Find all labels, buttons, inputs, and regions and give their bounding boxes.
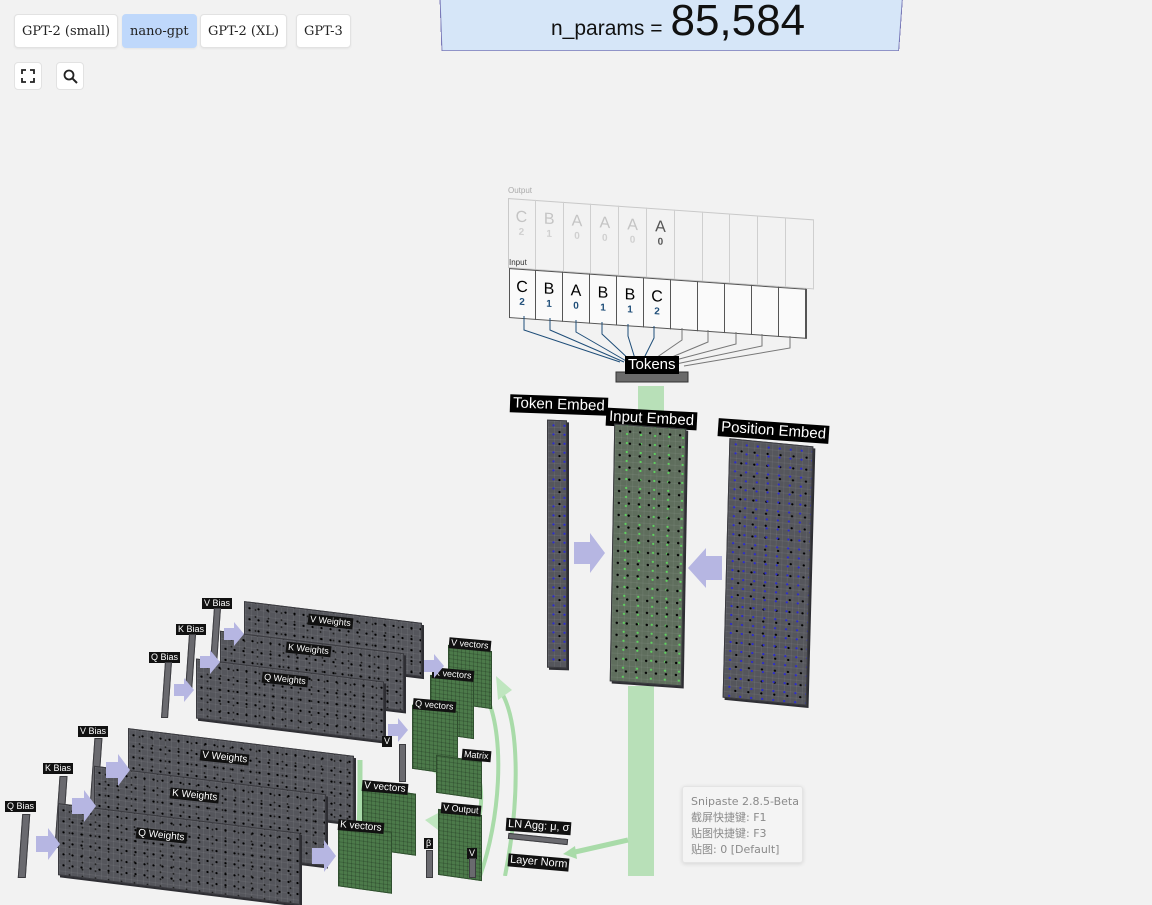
output-token-cell (702, 211, 731, 284)
flow-to-layernorm (574, 837, 629, 855)
flow-curve-1 (498, 688, 518, 876)
input-embed-matrix (609, 423, 687, 687)
input-token-cell: B1 (536, 269, 563, 322)
snipaste-line-2: 贴图快捷键: F3 (691, 827, 767, 840)
flow-arrowhead (563, 846, 577, 859)
v-bias-label-2: V Bias (78, 726, 109, 737)
token-index: 0 (602, 232, 608, 244)
token-index: 2 (654, 306, 660, 318)
input-label: Input (509, 258, 527, 267)
token-char: B (624, 286, 636, 304)
beta-vector (426, 850, 433, 878)
flow-column-bottom (628, 686, 654, 876)
output-token-cell: A0 (563, 201, 592, 274)
input-token-cell (779, 286, 806, 339)
token-char: A (655, 218, 666, 237)
output-token-cell: B1 (535, 199, 564, 272)
k-small-label: V (382, 736, 393, 747)
token-char: C (515, 208, 528, 227)
attention-matrix-label: Matrix (461, 748, 491, 763)
input-token-cell: B1 (617, 275, 644, 328)
token-embed-matrix (547, 419, 567, 669)
output-token-cell (758, 215, 786, 288)
token-index: 2 (518, 226, 525, 239)
token-index: 1 (546, 228, 552, 241)
token-char: B (543, 280, 555, 299)
token-index: 0 (657, 236, 664, 248)
token-char: A (570, 282, 582, 301)
input-token-cell: B1 (590, 273, 617, 326)
input-token-cell (671, 279, 698, 332)
token-char: C (651, 287, 663, 306)
input-token-cell: A0 (563, 271, 590, 324)
output-token-cell: A0 (619, 205, 647, 278)
output-token-cell (786, 217, 814, 290)
input-token-cell (698, 281, 725, 334)
output-token-cell: A0 (647, 207, 675, 280)
token-char: B (543, 210, 555, 229)
input-token-cell: C2 (644, 277, 671, 330)
k-bias-label-2: K Bias (43, 763, 74, 774)
token-char: A (599, 214, 611, 233)
snipaste-title: Snipaste 2.8.5-Beta (691, 795, 799, 808)
token-index: 1 (627, 304, 633, 316)
small-vector (399, 744, 406, 782)
output-token-cell (674, 209, 703, 282)
token-index: 1 (546, 298, 552, 310)
attention-matrix-block (436, 754, 482, 800)
token-char: B (597, 284, 609, 302)
snipaste-tooltip: Snipaste 2.8.5-Beta 截屏快捷键: F1 贴图快捷键: F3 … (682, 786, 803, 863)
token-char: C (516, 278, 528, 297)
token-char: A (571, 212, 583, 231)
output-label: Output (508, 186, 533, 195)
q-bias-label-2: Q Bias (5, 801, 37, 812)
output-token-cell (730, 213, 759, 286)
input-token-cell: C2 (509, 268, 536, 320)
token-embed-label: Token Embed (509, 394, 609, 416)
position-embed-matrix (722, 438, 814, 706)
token-char: A (627, 216, 638, 235)
output-token-cell: A0 (591, 203, 620, 276)
beta-label: β (424, 838, 434, 849)
snipaste-line-1: 截屏快捷键: F1 (691, 811, 767, 824)
v-small-vector (469, 858, 476, 878)
input-token-cell (725, 283, 752, 335)
snipaste-line-3: 贴图: 0 [Default] (691, 843, 780, 856)
k-vectors-block-2 (338, 824, 392, 894)
token-index: 0 (573, 300, 579, 312)
input-token-cell (752, 284, 779, 337)
token-index: 0 (574, 230, 580, 243)
token-index: 0 (629, 234, 636, 246)
token-index: 2 (519, 296, 525, 309)
tokens-label: Tokens (625, 356, 679, 374)
token-index: 1 (600, 302, 606, 314)
